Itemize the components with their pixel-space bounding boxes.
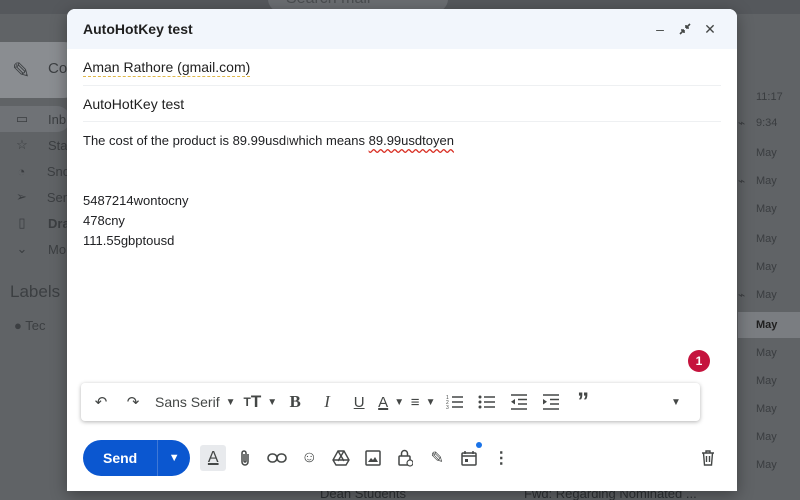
list-item[interactable]: May [738, 312, 800, 338]
indent-less-icon[interactable] [505, 388, 533, 416]
compose-window: AutoHotKey test – ✕ Aman Rathore (gmail.… [67, 9, 737, 491]
trash-icon[interactable] [695, 445, 721, 471]
body-line: 5487214wontocny [83, 193, 189, 208]
list-item[interactable]: May [738, 396, 800, 422]
notification-badge[interactable]: 1 [688, 350, 710, 372]
font-select[interactable]: Sans Serif ▼ [151, 388, 240, 416]
more-options-icon[interactable]: ⋮ [488, 445, 514, 471]
sidebar-item-starred[interactable]: ☆ Sta [0, 132, 70, 158]
text-size-icon[interactable]: T T ▼ [244, 388, 278, 416]
italic-icon[interactable]: I [313, 388, 341, 416]
sidebar-item-inbox[interactable]: ▭ Inb [0, 106, 70, 132]
compose-header: AutoHotKey test – ✕ [67, 9, 737, 49]
link-icon[interactable] [264, 445, 290, 471]
chevron-down-icon: ⌄ [16, 241, 28, 256]
confidential-lock-icon[interactable] [392, 445, 418, 471]
list-item[interactable]: May [738, 452, 800, 478]
message-body[interactable]: The cost of the product is 89.99usdIwhic… [83, 131, 721, 251]
more-formatting-icon[interactable]: ▼ [662, 388, 690, 416]
labels-heading: Labels [10, 282, 61, 301]
compose-label: Co [48, 60, 68, 77]
send-icon: ➢ [15, 189, 27, 204]
new-indicator-dot [476, 442, 483, 448]
to-field[interactable]: Aman Rathore (gmail.com) [83, 50, 721, 86]
star-icon: ☆ [16, 137, 28, 152]
attachment-icon: ⌁ [738, 174, 746, 188]
list-item[interactable]: May [738, 424, 800, 450]
attachment-icon: ⌁ [738, 116, 746, 130]
label-item[interactable]: ● Tec [14, 318, 45, 333]
photo-icon[interactable] [360, 445, 386, 471]
text-color-icon[interactable]: A ▼ [377, 388, 405, 416]
bold-icon[interactable]: B [281, 388, 309, 416]
list-item[interactable]: May [738, 226, 800, 252]
label-icon: ● [14, 318, 26, 333]
list-item[interactable]: May [738, 368, 800, 394]
body-line: The cost of the product is 89.99usdIwhic… [83, 133, 454, 148]
draft-icon: ▯ [18, 215, 26, 230]
schedule-calendar-icon[interactable] [456, 442, 483, 471]
undo-icon[interactable]: ↶ [87, 388, 115, 416]
inbox-icon: ▭ [15, 111, 29, 126]
exit-fullscreen-icon[interactable] [674, 18, 696, 40]
sidebar-item-drafts[interactable]: ▯ Dra [0, 210, 70, 236]
close-icon[interactable]: ✕ [699, 18, 721, 40]
list-item[interactable]: May [738, 340, 800, 366]
list-item[interactable]: May [738, 196, 800, 222]
list-item[interactable]: May [738, 254, 800, 280]
numbered-list-icon[interactable]: 123 [441, 388, 469, 416]
list-item[interactable]: ⌁ 9:34 [738, 110, 800, 136]
redo-icon[interactable]: ↷ [119, 388, 147, 416]
clock-icon: ◔ [17, 163, 26, 179]
misspelled-word: 89.99usdtoyen [368, 133, 454, 148]
bulleted-list-icon[interactable] [473, 388, 501, 416]
caret-down-icon: ▼ [225, 396, 236, 408]
attach-icon[interactable] [232, 445, 258, 471]
compose-title: AutoHotKey test [83, 21, 193, 37]
message-list-edge: 11:17 ⌁ 9:34 May ⌁ May May May May ⌁ May Ma… [738, 0, 800, 500]
action-bar: Send ▼ A ☺ ✎ ⋮ [83, 439, 721, 477]
list-item[interactable]: ⌁ May [738, 282, 800, 308]
attachment-icon: ⌁ [738, 288, 746, 302]
underline-icon[interactable]: U [345, 388, 373, 416]
formatting-options-icon[interactable]: A [200, 445, 227, 471]
subject-text: AutoHotKey test [83, 95, 185, 112]
minimize-icon[interactable]: – [649, 18, 671, 40]
drive-icon[interactable] [328, 445, 354, 471]
sidebar-item-sent[interactable]: ➢ Sen [0, 184, 70, 210]
formatting-toolbar: ↶ ↷ Sans Serif ▼ T T ▼ B I U A ▼ ≡ ▼ 123 ” ▼ [81, 383, 700, 421]
sidebar-item-more[interactable]: ⌄ Mo [0, 236, 70, 262]
list-item[interactable]: May [738, 140, 800, 166]
align-icon[interactable]: ≡ ▼ [409, 388, 437, 416]
indent-more-icon[interactable] [537, 388, 565, 416]
send-button-group: Send ▼ [83, 440, 191, 476]
recipient-chip[interactable]: Aman Rathore (gmail.com) [83, 59, 251, 77]
body-line: 111.55gbptousd [83, 233, 175, 248]
signature-pen-icon[interactable]: ✎ [424, 445, 450, 471]
body-line: 478cny [83, 213, 125, 228]
list-item[interactable]: ⌁ May [738, 168, 800, 194]
quote-icon[interactable]: ” [569, 388, 597, 416]
sidebar-item-snoozed[interactable]: ◔ Sno [0, 158, 71, 184]
svg-text:3: 3 [446, 405, 449, 410]
sidebar-nav: ▭ Inb ☆ Sta ◔ Sno ➢ Sen ▯ Dra ⌄ Mo [0, 106, 70, 262]
emoji-icon[interactable]: ☺ [296, 445, 322, 471]
subject-field[interactable]: AutoHotKey test [83, 86, 721, 122]
send-button[interactable]: Send [83, 450, 157, 466]
list-item[interactable]: 11:17 [738, 84, 800, 110]
pencil-icon: ✎ [12, 58, 31, 83]
schedule-send-dropdown[interactable]: ▼ [158, 452, 190, 464]
